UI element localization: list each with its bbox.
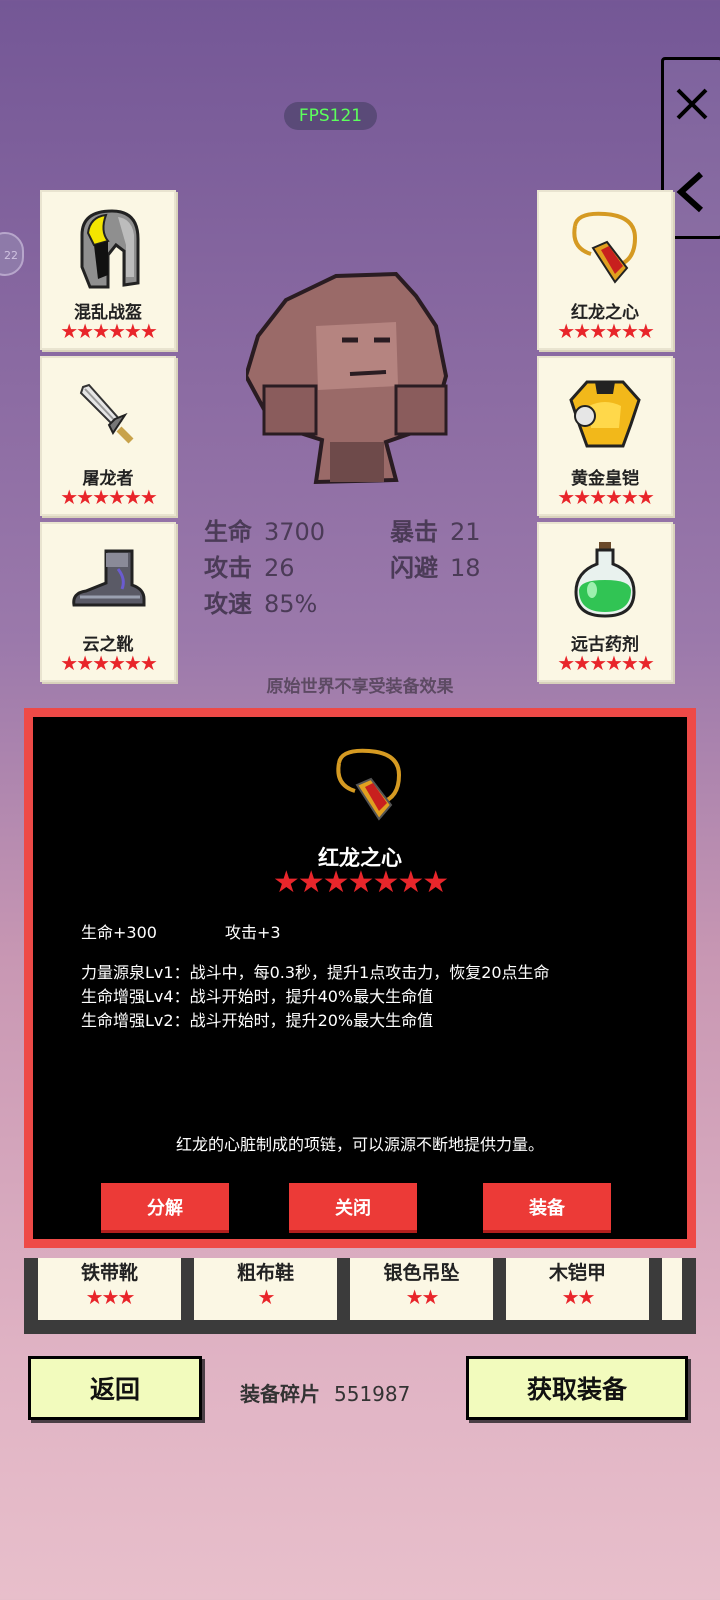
shards-value: 551987 [334, 1382, 411, 1406]
stat-dodge: 闪避 18 [390, 548, 481, 583]
item-detail-dialog: 红龙之心 ★★★★★★★ 生命+300 攻击+3 力量源泉Lv1：战斗中，每0.… [24, 708, 696, 1248]
stat-value: 18 [450, 554, 481, 582]
star-rating: ★★★★★★ [60, 651, 158, 675]
close-icon [676, 88, 708, 120]
side-bubble[interactable]: 22 [0, 232, 24, 276]
inventory-item-partial[interactable] [662, 1258, 682, 1320]
stat-value: 26 [264, 554, 295, 582]
dagger-icon [42, 366, 174, 462]
inventory-item[interactable]: 银色吊坠 ★★ [350, 1258, 493, 1320]
item-name: 铁带靴 [80, 1262, 138, 1284]
star-rating: ★★★★★★ [60, 319, 158, 343]
necklace-icon [329, 745, 409, 825]
stat-label: 暴击 [390, 518, 438, 546]
stat-attack-speed: 攻速 85% [204, 584, 317, 619]
fps-counter: FPS121 [284, 102, 377, 130]
stat-label: 攻速 [204, 590, 252, 618]
item-attribute: 攻击+3 [225, 923, 281, 942]
potion-icon [539, 532, 671, 628]
item-attribute: 生命+300 [81, 923, 157, 942]
star-rating: ★★★★★★★ [272, 865, 449, 900]
equip-slot-weapon[interactable]: 屠龙者 ★★★★★★ [40, 356, 176, 516]
item-name: 粗布鞋 [236, 1262, 294, 1284]
star-rating: ★★★★★★ [557, 651, 655, 675]
skill-line: 生命增强Lv2：战斗开始时，提升20%最大生命值 [81, 1011, 434, 1030]
stat-crit: 暴击 21 [390, 512, 481, 547]
item-name: 银色吊坠 [383, 1262, 460, 1284]
close-button[interactable] [664, 60, 720, 148]
stat-value: 3700 [264, 518, 326, 546]
inventory-item[interactable]: 木铠甲 ★★ [506, 1258, 649, 1320]
equip-slot-armor[interactable]: 黄金皇铠 ★★★★★★ [537, 356, 673, 516]
equip-slot-potion[interactable]: 远古药剂 ★★★★★★ [537, 522, 673, 682]
star-rating: ★★★ [85, 1285, 136, 1309]
skill-line: 力量源泉Lv1：战斗中，每0.3秒，提升1点攻击力，恢复20点生命 [81, 963, 550, 982]
item-skills: 力量源泉Lv1：战斗中，每0.3秒，提升1点攻击力，恢复20点生命 生命增强Lv… [81, 961, 651, 1033]
decompose-button[interactable]: 分解 [101, 1183, 229, 1233]
star-rating: ★★★★★★ [557, 485, 655, 509]
equip-slot-necklace[interactable]: 红龙之心 ★★★★★★ [537, 190, 673, 350]
boots-icon [42, 532, 174, 628]
stat-label: 生命 [204, 518, 252, 546]
hero-golem-sprite [243, 266, 466, 496]
item-description: 红龙的心脏制成的项链，可以源源不断地提供力量。 [175, 1135, 544, 1154]
necklace-icon [539, 200, 671, 296]
star-rating: ★★★★★★ [60, 485, 158, 509]
back-button[interactable]: 返回 [28, 1356, 202, 1420]
equip-slot-helmet[interactable]: 混乱战盔 ★★★★★★ [40, 190, 176, 350]
chevron-left-icon [676, 171, 704, 213]
stat-label: 闪避 [390, 554, 438, 582]
stat-hp: 生命 3700 [204, 512, 325, 547]
gold-armor-icon [539, 366, 671, 462]
item-name: 木铠甲 [548, 1262, 606, 1284]
equipment-note: 原始世界不享受装备效果 [266, 677, 454, 697]
equipment-shards: 装备碎片 551987 [240, 1378, 410, 1407]
stat-value: 85% [264, 590, 318, 618]
skill-line: 生命增强Lv4：战斗开始时，提升40%最大生命值 [81, 987, 434, 1006]
stat-label: 攻击 [204, 554, 252, 582]
equip-slot-boots[interactable]: 云之靴 ★★★★★★ [40, 522, 176, 682]
inventory-item[interactable]: 铁带靴 ★★★ [38, 1258, 181, 1320]
helmet-icon [42, 200, 174, 296]
equip-button[interactable]: 装备 [483, 1183, 611, 1233]
stat-attack: 攻击 26 [204, 548, 295, 583]
get-equipment-button[interactable]: 获取装备 [466, 1356, 688, 1420]
stat-value: 21 [450, 518, 481, 546]
shards-label: 装备碎片 [240, 1382, 320, 1406]
inventory-grid: 铁带靴 ★★★ 粗布鞋 ★ 银色吊坠 ★★ 木铠甲 ★★ [24, 1258, 696, 1334]
star-rating: ★★ [405, 1285, 440, 1309]
star-rating: ★★★★★★ [557, 319, 655, 343]
close-dialog-button[interactable]: 关闭 [289, 1183, 417, 1233]
star-rating: ★ [257, 1285, 276, 1309]
inventory-item[interactable]: 粗布鞋 ★ [194, 1258, 337, 1320]
star-rating: ★★ [561, 1285, 596, 1309]
